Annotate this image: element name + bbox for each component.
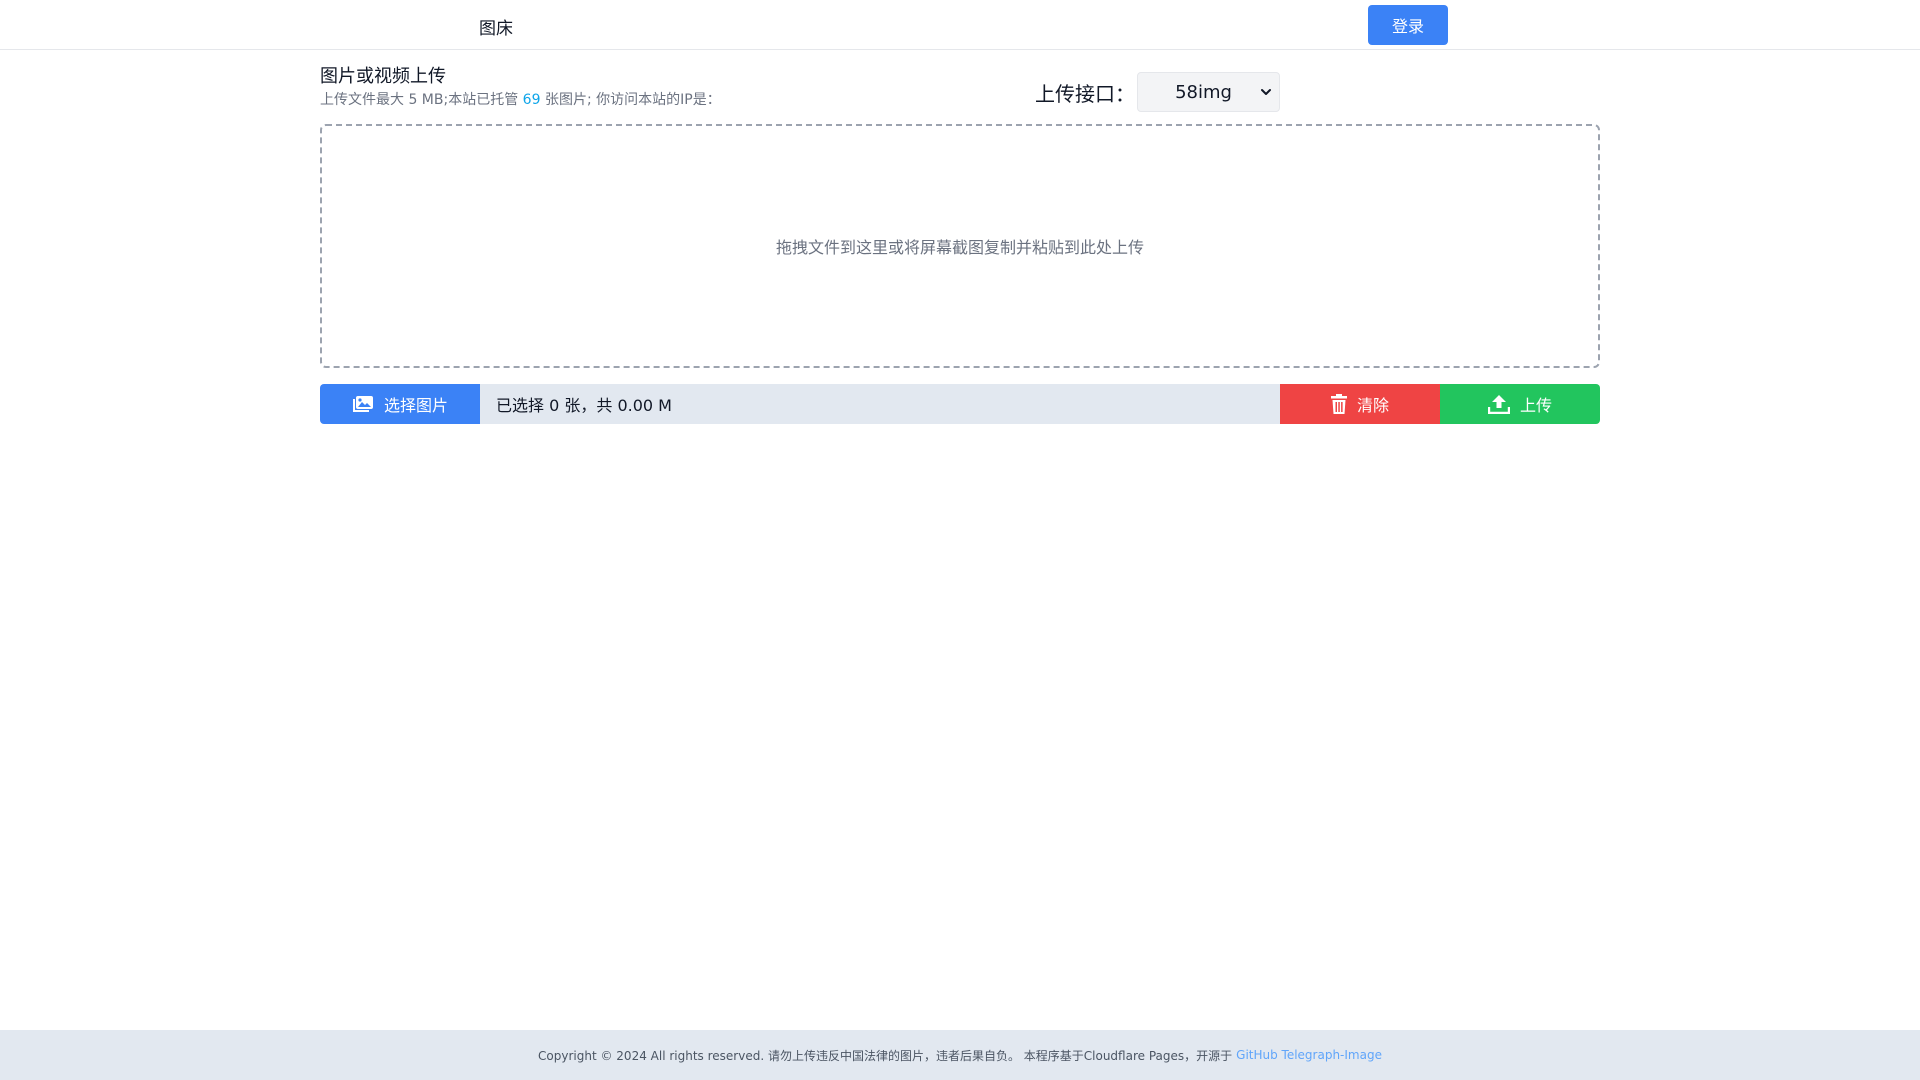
upload-info-suffix: 张图片; 你访问本站的IP是： [544, 92, 721, 108]
upload-button[interactable]: 上传 [1440, 384, 1600, 424]
upload-dropzone[interactable]: 拖拽文件到这里或将屏幕截图复制并粘贴到此处上传 [320, 124, 1600, 368]
top-navbar: 图床 登录 [0, 0, 1920, 50]
selection-status: 已选择 0 张，共 0.00 M [480, 384, 1280, 424]
upload-action-bar: 选择图片 已选择 0 张，共 0.00 M 清除 上传 [320, 384, 1600, 424]
site-brand[interactable]: 图床 [479, 14, 513, 39]
upload-info-prefix: 上传文件最大 5 MB;本站已托管 [320, 92, 519, 108]
images-icon [352, 395, 374, 413]
choose-images-button[interactable]: 选择图片 [320, 384, 480, 424]
footer-github-link[interactable]: GitHub Telegraph-Image [1236, 1048, 1382, 1062]
dropzone-hint: 拖拽文件到这里或将屏幕截图复制并粘贴到此处上传 [775, 238, 1144, 257]
chevron-down-icon [1259, 83, 1273, 101]
footer-copyright: Copyright © 2024 All rights reserved. 请勿… [538, 1048, 1233, 1063]
hosted-count: 69 [522, 92, 541, 108]
upload-label: 上传 [1519, 396, 1552, 415]
page-title: 图片或视频上传 [320, 66, 446, 87]
choose-images-label: 选择图片 [383, 396, 448, 415]
clear-button[interactable]: 清除 [1280, 384, 1440, 424]
footer: Copyright © 2024 All rights reserved. 请勿… [0, 1030, 1920, 1080]
trash-icon [1330, 394, 1347, 414]
interface-label: 上传接口： [1035, 82, 1135, 106]
login-button[interactable]: 登录 [1368, 5, 1448, 45]
interface-select-value: 58img [1175, 81, 1232, 103]
interface-select[interactable]: 58img [1137, 72, 1280, 112]
upload-info: 上传文件最大 5 MB;本站已托管 69 张图片; 你访问本站的IP是： [320, 89, 721, 109]
upload-icon [1487, 394, 1510, 414]
clear-label: 清除 [1356, 396, 1389, 415]
